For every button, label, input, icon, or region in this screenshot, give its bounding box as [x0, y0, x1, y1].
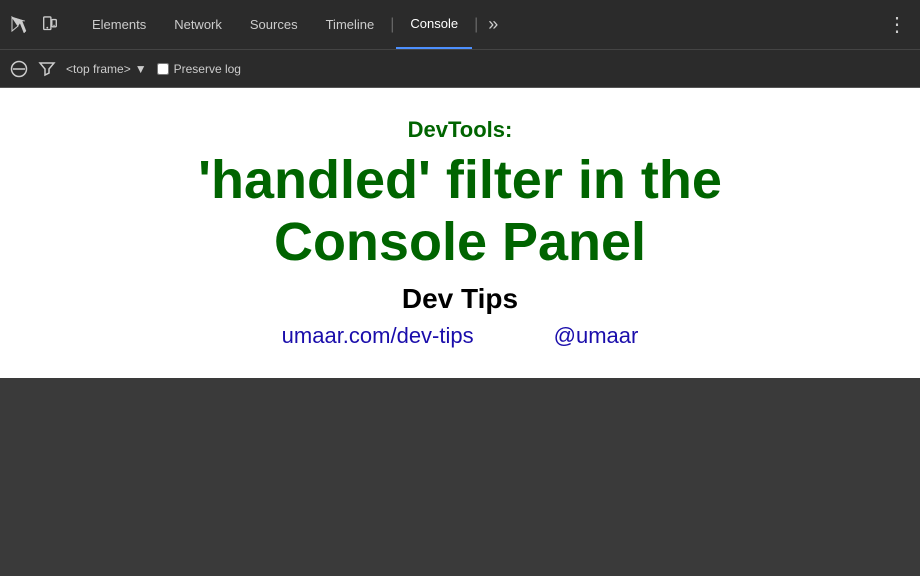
preserve-log-checkbox[interactable]: [157, 63, 169, 75]
toolbar-icon-group: [8, 13, 62, 37]
toolbar-menu-button[interactable]: ⋮: [883, 12, 912, 37]
more-tabs-button[interactable]: »: [480, 14, 506, 35]
dev-tips-label: Dev Tips: [402, 283, 518, 315]
frame-chevron-icon: ▼: [135, 62, 147, 76]
links-row: umaar.com/dev-tips @umaar: [282, 323, 639, 349]
tab-elements[interactable]: Elements: [78, 0, 160, 49]
main-content: DevTools: 'handled' filter in the Consol…: [0, 88, 920, 378]
tab-sources[interactable]: Sources: [236, 0, 312, 49]
device-icon[interactable]: [38, 13, 62, 37]
tab-console[interactable]: Console: [396, 0, 472, 49]
preserve-log-toggle[interactable]: Preserve log: [157, 62, 241, 76]
main-heading: 'handled' filter in the Console Panel: [198, 149, 722, 273]
console-bar: <top frame> ▼ Preserve log: [0, 50, 920, 88]
bottom-area: [0, 378, 920, 576]
devtools-label: DevTools:: [408, 117, 513, 143]
tab-separator-2: |: [472, 16, 480, 34]
website-link[interactable]: umaar.com/dev-tips: [282, 323, 474, 349]
main-nav-tabs: Elements Network Sources Timeline | Cons…: [78, 0, 506, 49]
tab-timeline[interactable]: Timeline: [312, 0, 389, 49]
frame-selector[interactable]: <top frame> ▼: [66, 62, 147, 76]
filter-icon[interactable]: [38, 60, 56, 78]
inspect-icon[interactable]: [8, 13, 32, 37]
tab-separator: |: [388, 16, 396, 34]
twitter-link[interactable]: @umaar: [554, 323, 639, 349]
devtools-toolbar: Elements Network Sources Timeline | Cons…: [0, 0, 920, 50]
tab-network[interactable]: Network: [160, 0, 236, 49]
block-icon[interactable]: [10, 60, 28, 78]
